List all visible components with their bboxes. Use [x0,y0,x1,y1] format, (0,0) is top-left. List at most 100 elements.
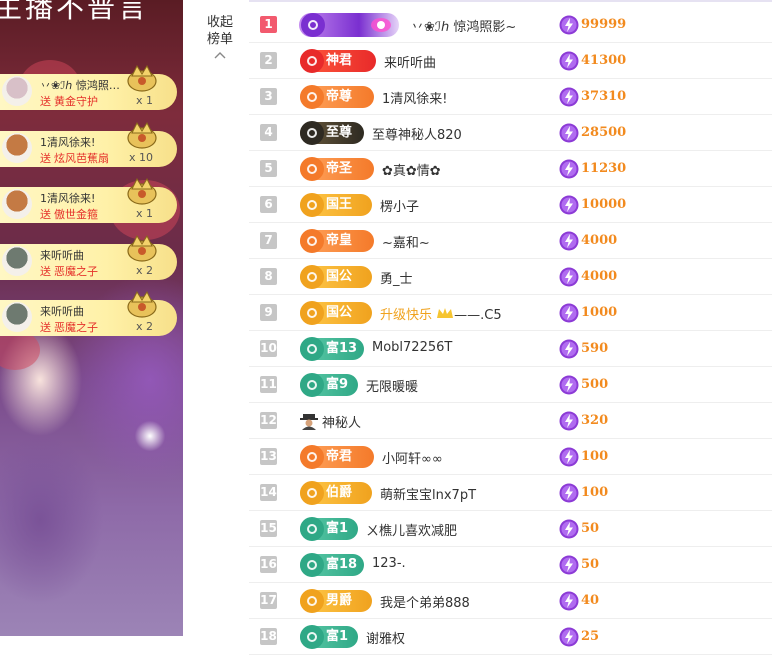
level-badge: 男爵 [300,589,372,613]
user-name[interactable]: 无限暖暖 [366,376,418,395]
user-name[interactable]: 1清风徐来! [382,88,447,107]
rank-number: 7 [260,232,277,249]
lightning-coin-icon [559,51,579,71]
rank-number: 15 [260,520,277,537]
stream-title: 主播不普言 [0,0,150,24]
rank-number: 4 [260,124,277,141]
rank-row[interactable]: 11 富9 无限暖暖 500 [249,367,772,403]
rank-row[interactable]: 1 丷❀ℐℎ 惊鸿照影~ 99999 [249,7,772,43]
user-name[interactable]: 谢雅权 [366,628,405,647]
amount-value: 500 [581,377,609,392]
user-name[interactable]: 楞小子 [380,196,419,215]
rank-row[interactable]: 6 国王 楞小子 10000 [249,187,772,223]
user-name[interactable]: 小阿轩∞∞ [382,448,443,467]
gift-description: 送傲世金箍 [40,206,98,222]
rank-row[interactable]: 13 帝君 小阿轩∞∞ 100 [249,439,772,475]
avatar[interactable] [2,76,32,106]
rank-row[interactable]: 7 帝皇 ~嘉和~ 4000 [249,223,772,259]
badge-emblem-icon [300,445,324,469]
lightning-coin-icon [559,87,579,107]
gift-sender-name[interactable]: 来听听曲 [40,303,128,319]
gift-count: x 10 [128,150,153,164]
badge-label: 帝圣 [326,161,353,176]
rank-number: 16 [260,556,277,573]
rank-panel: 收起榜单 1 丷❀ℐℎ 惊鸿照影~ 99999 2 神君 来听听曲 41300 … [183,0,772,655]
gift-item: 1清风徐来! 送傲世金箍 x 1 [0,177,177,223]
user-name[interactable]: ~嘉和~ [382,232,430,251]
demon-car-icon [127,290,157,318]
sparkle-icon [371,18,391,32]
avatar[interactable] [2,189,32,219]
user-name[interactable]: ✿真✿情✿ [382,160,441,179]
badge-emblem-icon [300,481,324,505]
rank-number: 17 [260,592,277,609]
badge-label: 男爵 [326,593,353,608]
rank-row[interactable]: 2 神君 来听听曲 41300 [249,43,772,79]
user-name[interactable]: 勇_士 [380,268,413,287]
gift-sender-name[interactable]: 丷❀ℐℎ 惊鸿照影~ [40,77,128,93]
badge-emblem-icon [300,517,324,541]
user-name[interactable]: 123-. [372,556,406,571]
lightning-coin-icon [559,339,579,359]
avatar[interactable] [2,302,32,332]
gift-sender-name[interactable]: 1清风徐来! [40,190,128,206]
golden-staff-icon [127,177,157,205]
badge-label: 神君 [326,53,353,68]
user-name[interactable]: 我是个弟弟888 [380,592,470,611]
user-name[interactable]: Mobl72256T [372,340,452,355]
user-name[interactable]: ㄨ樵儿喜欢减肥 [366,520,457,539]
user-name[interactable]: 丷❀ℐℎ 惊鸿照影~ [411,16,516,35]
amount-value: 320 [581,413,609,428]
rank-row[interactable]: 8 国公 勇_士 4000 [249,259,772,295]
level-badge: 国王 [300,193,372,217]
lightning-coin-icon [559,519,579,539]
rank-row[interactable]: 18 富1 谢雅权 25 [249,619,772,655]
avatar[interactable] [2,132,32,163]
gift-item: 1清风徐来! 送炫风芭蕉扇 x 10 [0,121,177,167]
gift-description: 送黄金守护 [40,93,98,109]
gift-count: x 2 [135,263,153,277]
badge-label: 富13 [326,341,358,356]
user-name[interactable]: 神秘人 [322,412,361,431]
lightning-coin-icon [559,591,579,611]
rank-row[interactable]: 15 富1 ㄨ樵儿喜欢减肥 50 [249,511,772,547]
badge-emblem-icon [300,301,324,325]
rank-row[interactable]: 16 富18 123-. 50 [249,547,772,583]
lightning-coin-icon [559,483,579,503]
user-name[interactable]: 至尊神秘人820 [372,124,462,143]
badge-emblem-icon [300,121,324,145]
gift-description: 送炫风芭蕉扇 [40,150,109,166]
rank-number: 3 [260,88,277,105]
collapse-rank-button[interactable]: 收起榜单 [203,14,237,59]
rank-row[interactable]: 12 神秘人 320 [249,403,772,439]
demon-car-icon [127,234,157,262]
user-name-text: 升级快乐 [380,308,433,323]
rank-row[interactable]: 3 帝尊 1清风徐来! 37310 [249,79,772,115]
collapse-rank-label: 收起榜单 [206,15,233,47]
rank-row[interactable]: 17 男爵 我是个弟弟888 40 [249,583,772,619]
user-name[interactable]: 升级快乐 ——.C5 [380,304,502,323]
badge-label: 至尊 [326,125,353,140]
rank-row[interactable]: 5 帝圣 ✿真✿情✿ 11230 [249,151,772,187]
avatar[interactable] [2,245,32,276]
rank-number: 6 [260,196,277,213]
rank-number: 14 [260,484,277,501]
user-name[interactable]: 来听听曲 [384,52,436,71]
user-name[interactable]: 萌新宝宝lnx7pT [380,484,476,503]
level-badge: 帝君 [300,445,374,469]
lightning-coin-icon [559,231,579,251]
rank-row[interactable]: 9 国公 升级快乐 ——.C5 1000 [249,295,772,331]
rank-number: 1 [260,16,277,33]
rank-number: 2 [260,52,277,69]
amount-value: 99999 [581,17,627,32]
level-badge: 帝尊 [300,85,374,109]
rank-number: 5 [260,160,277,177]
amount-value: 10000 [581,197,627,212]
rank-row[interactable]: 14 伯爵 萌新宝宝lnx7pT 100 [249,475,772,511]
rank-row[interactable]: 10 富13 Mobl72256T 590 [249,331,772,367]
gift-sender-name[interactable]: 1清风徐来! [40,134,128,150]
badge-label: 国公 [326,269,353,284]
crown-icon [437,308,454,318]
rank-row[interactable]: 4 至尊 至尊神秘人820 28500 [249,115,772,151]
gift-sender-name[interactable]: 来听听曲 [40,247,128,263]
